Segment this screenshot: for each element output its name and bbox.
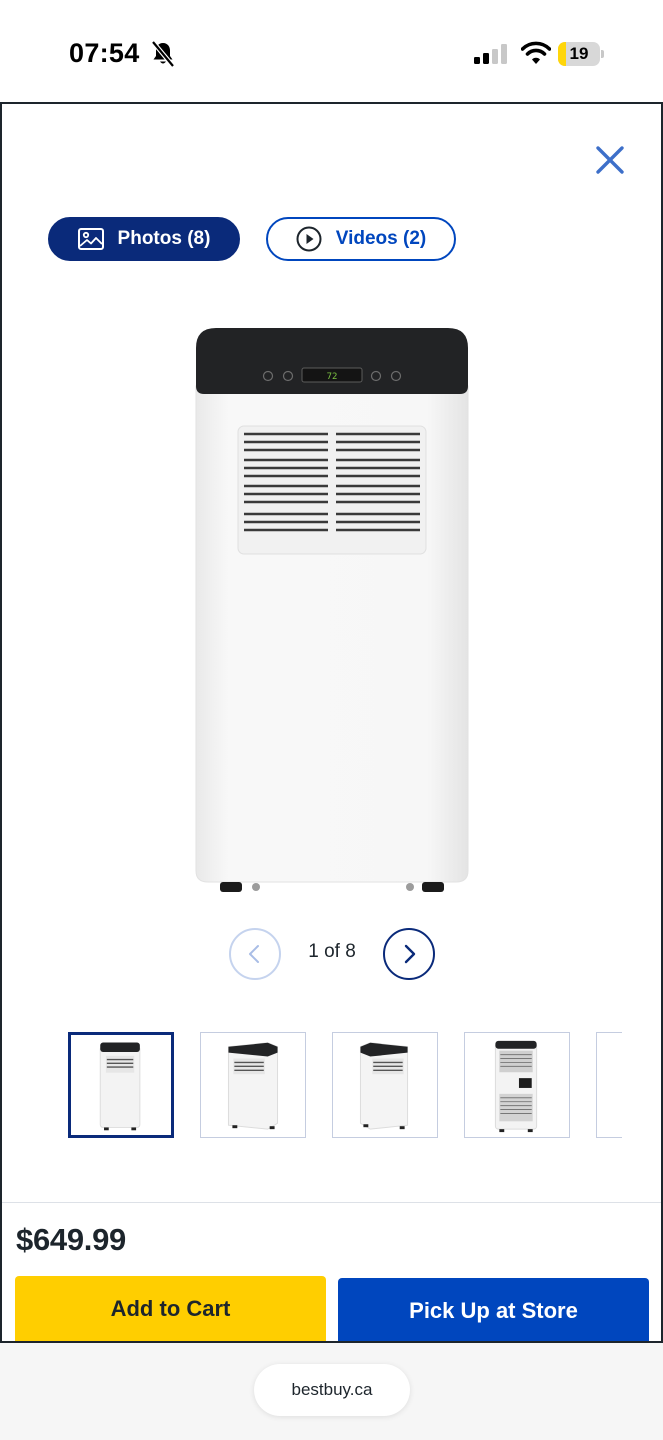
- chevron-right-icon: [404, 944, 416, 964]
- thumbnail-5[interactable]: [596, 1032, 622, 1138]
- close-icon: [596, 146, 624, 174]
- thumbnail-image: [359, 1042, 409, 1130]
- battery-icon: 19: [558, 42, 604, 66]
- bell-slash-icon: [151, 40, 175, 68]
- close-button[interactable]: [590, 140, 630, 180]
- videos-tab-label: Videos (2): [335, 228, 427, 249]
- thumbnail-image: [227, 1042, 279, 1130]
- product-image[interactable]: 72: [192, 326, 472, 896]
- thumbnail-image: [494, 1040, 538, 1133]
- media-gallery-modal: Photos (8) Videos (2) 72 1 of 8 $649.99 …: [0, 102, 663, 1343]
- status-bar: 07:54 19: [0, 0, 663, 102]
- next-image-button[interactable]: [383, 928, 435, 980]
- battery-body: 19: [558, 42, 600, 66]
- divider: [2, 1202, 661, 1203]
- battery-cap: [601, 50, 604, 58]
- browser-address-bar[interactable]: bestbuy.ca: [254, 1364, 410, 1416]
- videos-tab[interactable]: Videos (2): [266, 217, 456, 261]
- photos-tab-label: Photos (8): [117, 228, 211, 249]
- image-icon: [77, 228, 104, 250]
- photos-tab[interactable]: Photos (8): [48, 217, 240, 261]
- play-circle-icon: [296, 226, 322, 252]
- thumbnail-2[interactable]: [200, 1032, 306, 1138]
- thumbnail-strip: [68, 1032, 622, 1140]
- thumbnail-image: [99, 1042, 141, 1131]
- status-time: 07:54: [69, 38, 140, 68]
- svg-text:72: 72: [327, 372, 338, 382]
- thumbnail-1[interactable]: [68, 1032, 174, 1138]
- thumbnail-3[interactable]: [332, 1032, 438, 1138]
- thumbnail-4[interactable]: [464, 1032, 570, 1138]
- previous-image-button[interactable]: [229, 928, 281, 980]
- add-to-cart-button[interactable]: Add to Cart: [15, 1276, 326, 1341]
- wifi-icon: [521, 41, 551, 64]
- image-counter: 1 of 8: [308, 941, 356, 962]
- pick-up-at-store-button[interactable]: Pick Up at Store: [338, 1278, 649, 1341]
- cellular-signal-icon: [474, 44, 507, 64]
- chevron-left-icon: [249, 945, 259, 963]
- product-price: $649.99: [16, 1222, 126, 1257]
- battery-level: 19: [569, 44, 589, 63]
